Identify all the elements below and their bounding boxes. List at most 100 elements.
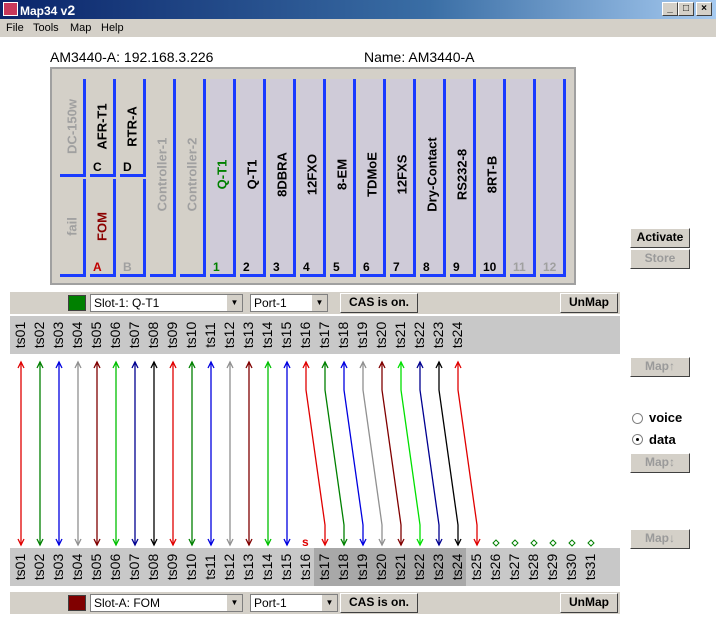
timeslot-ts17[interactable]: ts17 [314,548,333,586]
card-slot-18[interactable]: 11 [510,79,536,277]
timeslot-ts08[interactable]: ts08 [143,548,162,586]
timeslot-ts19[interactable]: ts19 [352,316,371,354]
card-slot-5[interactable]: B [120,179,146,277]
timeslot-ts14[interactable]: ts14 [257,316,276,354]
timeslot-label: ts29 [543,553,560,581]
card-slot-1[interactable]: fail [60,179,86,277]
timeslot-ts24[interactable]: ts24 [447,548,466,586]
card-slot-10[interactable]: 8DBRA 3 [270,79,296,277]
timeslot-ts13[interactable]: ts13 [238,548,257,586]
data-radio[interactable] [632,434,643,445]
timeslot-ts01[interactable]: ts01 [10,548,29,586]
store-button[interactable]: Store [630,249,690,269]
timeslot-ts03[interactable]: ts03 [48,316,67,354]
timeslot-ts22[interactable]: ts22 [409,316,428,354]
timeslot-ts19[interactable]: ts19 [352,548,371,586]
timeslot-ts11[interactable]: ts11 [200,316,219,354]
timeslot-ts31[interactable]: ts31 [580,548,599,586]
timeslot-ts07[interactable]: ts07 [124,548,143,586]
timeslot-ts16[interactable]: ts16 [295,316,314,354]
minimize-button[interactable]: _ [662,2,678,16]
card-slot-17[interactable]: 8RT-B 10 [480,79,506,277]
timeslot-ts23[interactable]: ts23 [428,316,447,354]
menu-map[interactable]: Map [70,22,91,34]
top-port-select[interactable]: Port-1 ▼ [250,294,328,312]
timeslot-ts28[interactable]: ts28 [523,548,542,586]
card-slot-14[interactable]: 12FXS 7 [390,79,416,277]
top-unmap-button[interactable]: UnMap [560,293,618,313]
bottom-slot-select[interactable]: Slot-A: FOM ▼ [90,594,243,612]
timeslot-ts12[interactable]: ts12 [219,548,238,586]
timeslot-ts10[interactable]: ts10 [181,316,200,354]
card-slot-11[interactable]: 12FXO 4 [300,79,326,277]
timeslot-ts30[interactable]: ts30 [561,548,580,586]
top-cas-button[interactable]: CAS is on. [340,293,418,313]
menu-file[interactable]: File [6,22,24,34]
timeslot-ts03[interactable]: ts03 [48,548,67,586]
timeslot-ts24[interactable]: ts24 [447,316,466,354]
top-slot-select[interactable]: Slot-1: Q-T1 ▼ [90,294,243,312]
timeslot-ts26[interactable]: ts26 [485,548,504,586]
timeslot-ts06[interactable]: ts06 [105,316,124,354]
timeslot-ts18[interactable]: ts18 [333,316,352,354]
timeslot-ts18[interactable]: ts18 [333,548,352,586]
card-slot-13[interactable]: TDMoE 6 [360,79,386,277]
activate-button[interactable]: Activate [630,228,690,248]
timeslot-ts05[interactable]: ts05 [86,548,105,586]
map-up-button[interactable]: Map↑ [630,357,690,377]
timeslot-ts15[interactable]: ts15 [276,548,295,586]
timeslot-ts21[interactable]: ts21 [390,548,409,586]
timeslot-ts04[interactable]: ts04 [67,548,86,586]
card-slot-12[interactable]: 8-EM 5 [330,79,356,277]
card-slot-2[interactable]: AFR-T1 C [90,79,116,177]
close-button[interactable]: × [696,2,712,16]
card-slot-6[interactable]: Controller-1 [150,79,176,277]
timeslot-ts05[interactable]: ts05 [86,316,105,354]
maximize-button[interactable]: □ [678,2,694,16]
timeslot-ts15[interactable]: ts15 [276,316,295,354]
timeslot-ts09[interactable]: ts09 [162,548,181,586]
map-both-button[interactable]: Map↕ [630,453,690,473]
timeslot-ts20[interactable]: ts20 [371,316,390,354]
timeslot-ts23[interactable]: ts23 [428,548,447,586]
menu-tools[interactable]: Tools [33,22,59,34]
timeslot-ts11[interactable]: ts11 [200,548,219,586]
timeslot-ts29[interactable]: ts29 [542,548,561,586]
timeslot-ts07[interactable]: ts07 [124,316,143,354]
timeslot-ts09[interactable]: ts09 [162,316,181,354]
timeslot-ts25[interactable]: ts25 [466,548,485,586]
timeslot-label: ts01 [11,553,28,581]
timeslot-ts20[interactable]: ts20 [371,548,390,586]
timeslot-ts04[interactable]: ts04 [67,316,86,354]
timeslot-ts27[interactable]: ts27 [504,548,523,586]
timeslot-ts12[interactable]: ts12 [219,316,238,354]
timeslot-ts10[interactable]: ts10 [181,548,200,586]
menu-help[interactable]: Help [101,22,124,34]
timeslot-ts02[interactable]: ts02 [29,316,48,354]
timeslot-ts01[interactable]: ts01 [10,316,29,354]
bottom-port-select[interactable]: Port-1 ▼ [250,594,338,612]
card-slot-7[interactable]: Controller-2 [180,79,206,277]
bottom-unmap-button[interactable]: UnMap [560,593,618,613]
timeslot-ts06[interactable]: ts06 [105,548,124,586]
card-slot-8[interactable]: Q-T1 1 [210,79,236,277]
timeslot-ts21[interactable]: ts21 [390,316,409,354]
timeslot-ts16[interactable]: ts16 [295,548,314,586]
timeslot-ts13[interactable]: ts13 [238,316,257,354]
bottom-cas-button[interactable]: CAS is on. [340,593,418,613]
timeslot-ts14[interactable]: ts14 [257,548,276,586]
timeslot-ts02[interactable]: ts02 [29,548,48,586]
card-slot-19[interactable]: 12 [540,79,566,277]
timeslot-ts17[interactable]: ts17 [314,316,333,354]
card-slot-0[interactable]: DC-150w [60,79,86,177]
voice-radio[interactable] [632,413,643,424]
card-slot-16[interactable]: RS232-8 9 [450,79,476,277]
card-slot-4[interactable]: RTR-A D [120,79,146,177]
timeslot-ts22[interactable]: ts22 [409,548,428,586]
card-slot-15[interactable]: Dry-Contact 8 [420,79,446,277]
card-slot-3[interactable]: FOM A [90,179,116,277]
timeslot-ts08[interactable]: ts08 [143,316,162,354]
timeslot-label: ts12 [220,553,237,581]
map-down-button[interactable]: Map↓ [630,529,690,549]
card-slot-9[interactable]: Q-T1 2 [240,79,266,277]
